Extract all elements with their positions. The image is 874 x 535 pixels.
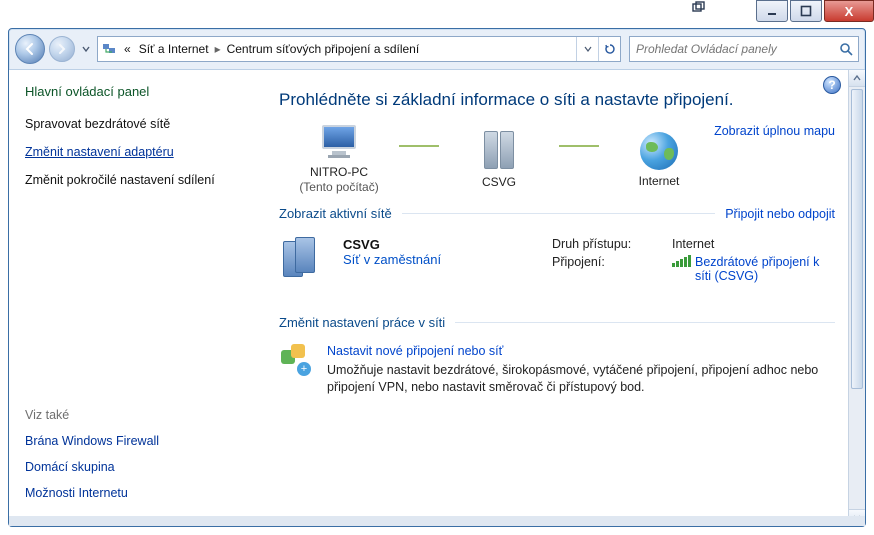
sidebar: Hlavní ovládací panel Spravovat bezdráto… [9,70,267,526]
content-area: Hlavní ovládací panel Spravovat bezdráto… [9,69,865,526]
network-map: Zobrazit úplnou mapu NITRO-PC(Tento počí… [279,124,835,196]
connection-line-icon [399,145,439,147]
see-also-heading: Viz také [25,408,251,422]
horizontal-scrollbar[interactable] [9,516,865,526]
search-box[interactable] [629,36,859,62]
map-this-pc[interactable]: NITRO-PC(Tento počítač) [279,125,399,195]
secondary-window-button[interactable] [692,0,738,18]
active-networks-title: Zobrazit aktivní sítě [279,206,392,221]
back-button[interactable] [15,34,45,64]
map-internet[interactable]: Internet [599,132,719,189]
sidebar-homegroup[interactable]: Domácí skupina [25,460,251,474]
access-type-label: Druh přístupu: [552,237,662,251]
vertical-scrollbar[interactable] [848,70,865,526]
forward-button[interactable] [49,36,75,62]
search-icon[interactable] [834,37,858,61]
window-frame: « Síť a Internet ▸ Centrum síťových přip… [8,28,866,527]
connect-disconnect-link[interactable]: Připojit nebo odpojit [725,207,835,221]
connection-link[interactable]: Bezdrátové připojení k síti (CSVG) [672,255,835,283]
address-dropdown[interactable] [576,37,598,61]
sidebar-firewall[interactable]: Brána Windows Firewall [25,434,251,448]
breadcrumb-sharing-center[interactable]: Centrum síťových připojení a sdílení [223,42,424,56]
sidebar-manage-wireless[interactable]: Spravovat bezdrátové sítě [25,117,251,131]
active-networks-section: Zobrazit aktivní sítě Připojit nebo odpo… [279,206,835,287]
maximize-button[interactable] [790,0,822,22]
network-icon [279,237,327,285]
active-network-name: CSVG [343,237,441,252]
scroll-up-button[interactable] [849,70,865,87]
active-network-type-link[interactable]: Síť v zaměstnání [343,252,441,267]
network-center-icon [98,41,120,57]
address-bar[interactable]: « Síť a Internet ▸ Centrum síťových přip… [97,36,621,62]
sidebar-internet-options[interactable]: Možnosti Internetu [25,486,251,500]
new-connection-icon: + [279,344,313,378]
close-button[interactable]: X [824,0,874,22]
sidebar-heading[interactable]: Hlavní ovládací panel [25,84,251,99]
main-panel: ? Prohlédněte si základní informace o sí… [267,70,865,526]
globe-icon [640,132,678,170]
sidebar-advanced-sharing[interactable]: Změnit pokročilé nastavení sdílení [25,173,251,187]
window-extra [692,0,742,22]
map-gateway[interactable]: CSVG [439,131,559,190]
search-input[interactable] [630,38,834,60]
connection-label: Připojení: [552,255,662,283]
breadcrumb-network[interactable]: Síť a Internet [135,42,213,56]
wifi-signal-icon [672,255,691,267]
change-settings-section: Změnit nastavení práce v síti + Nastavit… [279,315,835,396]
change-settings-title: Změnit nastavení práce v síti [279,315,445,330]
computer-icon [319,125,359,161]
server-tower-icon [479,131,519,171]
task-new-connection-title[interactable]: Nastavit nové připojení nebo síť [327,344,835,358]
nav-history-dropdown[interactable] [79,34,93,64]
task-new-connection[interactable]: + Nastavit nové připojení nebo síť Umožň… [279,344,835,396]
breadcrumb-root[interactable]: « [120,42,135,56]
sidebar-change-adapter[interactable]: Změnit nastavení adaptéru [25,145,251,159]
window-controls: X [754,0,874,30]
connection-line-icon [559,145,599,147]
minimize-button[interactable] [756,0,788,22]
refresh-button[interactable] [598,37,620,61]
view-full-map-link[interactable]: Zobrazit úplnou mapu [714,124,835,138]
scroll-thumb[interactable] [851,89,863,389]
navigation-row: « Síť a Internet ▸ Centrum síťových přip… [9,29,865,69]
access-type-value: Internet [672,237,714,251]
chevron-right-icon: ▸ [213,42,223,56]
task-new-connection-desc: Umožňuje nastavit bezdrátové, širokopásm… [327,362,835,396]
page-title: Prohlédněte si základní informace o síti… [279,90,835,110]
